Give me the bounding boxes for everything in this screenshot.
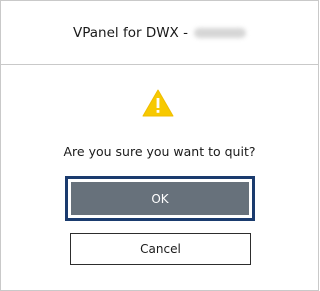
title-bar: VPanel for DWX - bbox=[1, 1, 318, 65]
confirmation-message: Are you sure you want to quit? bbox=[63, 144, 256, 159]
ok-button-focus-ring: OK bbox=[65, 176, 255, 221]
quit-confirmation-dialog: VPanel for DWX - Are you sure you want t… bbox=[0, 0, 319, 291]
ok-button[interactable]: OK bbox=[71, 182, 249, 215]
redacted-serial bbox=[193, 27, 246, 38]
cancel-button[interactable]: Cancel bbox=[70, 233, 251, 265]
dialog-title: VPanel for DWX - bbox=[73, 24, 188, 41]
warning-icon bbox=[142, 89, 174, 117]
